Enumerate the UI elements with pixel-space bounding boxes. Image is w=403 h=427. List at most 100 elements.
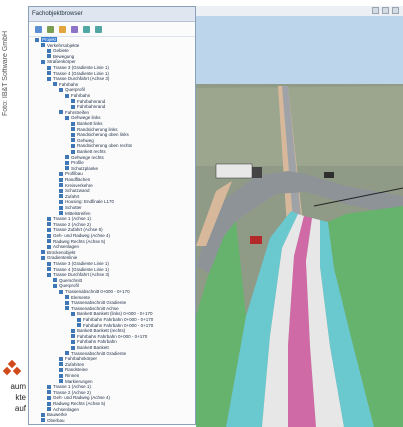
tree-node[interactable]: Rinnen (59, 373, 79, 378)
tree-node-label: Trasse Zufahrt (Achse 6) (53, 227, 103, 233)
tree-node[interactable]: Verkehrsobjekte (41, 43, 79, 48)
add-icon[interactable] (59, 25, 66, 33)
tree-node[interactable]: Oberbau (41, 418, 65, 422)
tree-node[interactable]: Zufahrten (59, 362, 84, 367)
tree-node[interactable]: Bewegung (47, 54, 74, 59)
tree-node[interactable]: Fahrbahnkörper (59, 356, 97, 361)
tree-node[interactable]: Randsicherung oben links (71, 132, 129, 137)
tree-node[interactable]: Projekt (35, 37, 58, 42)
tree-node[interactable]: Fahrbahn (65, 93, 90, 98)
tree-node[interactable]: Brückenobjekt (41, 250, 76, 255)
object-tree[interactable]: Projekt Verkehrsobjekte Gebiete Bewegung Str… (31, 37, 193, 422)
tree-node[interactable]: Geh- und Radweg (Achse 4) (47, 233, 110, 238)
tree-node[interactable]: Bauwerke (41, 412, 67, 417)
tree-node[interactable]: Trassenabschnitt 0+000 - 0+170 (59, 289, 130, 294)
tree-node[interactable]: Querprofil (53, 283, 79, 288)
close-button[interactable] (392, 7, 399, 14)
tree-node[interactable]: Randsicherung links (71, 127, 118, 132)
expand-icon[interactable] (35, 25, 42, 33)
tree-node-label: Fahrbahnkörper (65, 356, 98, 362)
tree-node[interactable]: Schotter (59, 205, 82, 210)
tree-node[interactable]: Achsenlagen (47, 244, 79, 249)
tree-node-label: Fahrbahnrand (77, 104, 106, 110)
tree-node[interactable]: Fahrbahn Fahrbahn 0+000 - 0+170 (71, 334, 147, 339)
tree-node[interactable]: Trasse 2 (Achse 2) (47, 222, 91, 227)
node-icon (71, 99, 75, 104)
tree-node[interactable]: Radweg Rechts (Achse 5) (47, 401, 105, 406)
filter-icon[interactable] (47, 25, 54, 33)
tree-node[interactable]: Trasse 1 (Achse 1) (47, 216, 91, 221)
node-icon (65, 115, 69, 120)
up-icon[interactable] (83, 25, 90, 33)
tree-node[interactable]: Geh- und Radweg (Achse 4) (47, 395, 110, 400)
tree-node[interactable]: Trassenabschnitt Gradiente (65, 351, 126, 356)
tree-node[interactable]: Fahrbahn Fahrbahn (71, 339, 117, 344)
tree-node[interactable]: Querschnitt (53, 278, 82, 283)
tree-node-label: Bankett Bankett (links) 0+000 - 0+170 (77, 311, 153, 317)
tree-node[interactable]: Trassenabschnitt Gradiente (65, 300, 126, 305)
tree-node[interactable]: Bankett links (71, 121, 103, 126)
tree-node[interactable]: Radweg Rechts (Achse 5) (47, 239, 105, 244)
tree-node-label: Gebiete (53, 48, 69, 54)
node-icon (47, 395, 51, 400)
tree-node[interactable]: Trasse Durchfahrt (Achse 3) (47, 272, 109, 277)
tree-node-label: Fahrstreifen (65, 109, 90, 115)
tree-node[interactable]: Fahrbahnrand (71, 99, 105, 104)
node-icon (65, 300, 69, 305)
tree-node-label: Trasse 1 (Achse 1) (53, 216, 91, 222)
tree-node[interactable]: Elemente (65, 295, 90, 300)
3d-viewport[interactable] (196, 6, 403, 427)
tree-node[interactable]: Gehwege rechts (65, 155, 104, 160)
tree-node[interactable]: Trasse 3 (Gradiente Linie 1) (47, 65, 109, 70)
tree-node[interactable]: Profile (65, 160, 84, 165)
tree-node[interactable]: Gradientenlinie (41, 255, 77, 260)
tree-node[interactable]: Bankett Bankett (links) 0+000 - 0+170 (71, 311, 153, 316)
tree-node[interactable]: Trasse Durchfahrt (Achse 3) (47, 76, 109, 81)
tree-node[interactable]: Querprofil (59, 87, 85, 92)
minimize-button[interactable] (372, 7, 379, 14)
node-icon (71, 138, 75, 143)
tree-node[interactable]: Randflächen (59, 177, 90, 182)
tree-node[interactable]: Trasse 3 (Gradiente Linie 1) (47, 261, 109, 266)
tree-node-label: Randsicherung oben rechts (77, 143, 133, 149)
tree-node[interactable]: Zufahrt (59, 194, 79, 199)
tree-node[interactable]: Trasse 4 (Gradiente Linie 1) (47, 267, 109, 272)
node-icon (77, 317, 81, 322)
tree-node[interactable]: Gehwege links (65, 115, 101, 120)
tree-node-label: Radweg Rechts (Achse 5) (53, 238, 106, 244)
tree-node[interactable]: Trasse Zufahrt (Achse 6) (47, 227, 103, 232)
tree-node-label: Schotter (65, 205, 82, 210)
tree-node[interactable]: Fahrbahnrand (71, 104, 105, 109)
tree-node[interactable]: Trassenabschnitt Achse (65, 306, 119, 311)
tree-node[interactable]: Fahrbahn Fahrbahn 0+000 - 0+170 (77, 323, 153, 328)
tree-node[interactable]: Housing: Endfinale L170 (59, 199, 114, 204)
tree-node[interactable]: Markierungen (59, 379, 93, 384)
tree-node[interactable]: Achsenlagen (47, 407, 79, 412)
tree-node[interactable]: Gehweg (71, 138, 94, 143)
tree-node[interactable]: Profilbau (59, 171, 83, 176)
tree-node[interactable]: Trasse 1 (Achse 1) (47, 384, 91, 389)
tree-node[interactable]: Bankett Bankett (rechts) (71, 328, 125, 333)
tree-node[interactable]: Schutzplanke (65, 166, 98, 171)
tree-node[interactable]: Mittelstreifen (59, 211, 91, 216)
tree-node[interactable]: Randsteine (59, 367, 88, 372)
tree-node[interactable]: Gebiete (47, 48, 69, 53)
tree-node-label: Fahrbahn Fahrbahn 0+000 - 0+170 (83, 322, 154, 328)
tree-node-label: Geh- und Radweg (Achse 4) (53, 233, 111, 238)
tree-node[interactable]: Schutzwand (59, 188, 90, 193)
tree-node[interactable]: Fahrbahn Fahrbahn 0+000 - 0+170 (77, 317, 153, 322)
down-icon[interactable] (95, 25, 102, 33)
tree-node[interactable]: Randsicherung oben rechts (71, 143, 132, 148)
tree-node[interactable]: Straßenkörper (41, 59, 76, 64)
node-icon (59, 110, 63, 115)
tree-node[interactable]: Fahrstreifen (59, 110, 89, 115)
layer-icon[interactable] (71, 25, 78, 33)
tree-node[interactable]: Bankett Bankett (71, 345, 109, 350)
maximize-button[interactable] (382, 7, 389, 14)
tree-node-label: Fahrbahn Fahrbahn 0+000 - 0+170 (77, 333, 148, 339)
tree-node[interactable]: Kreisverkehre (59, 183, 93, 188)
tree-node[interactable]: Trasse 4 (Gradiente Linie 1) (47, 71, 109, 76)
tree-node[interactable]: Fahrbahn (53, 82, 78, 87)
tree-node[interactable]: Trasse 2 (Achse 2) (47, 390, 91, 395)
tree-node[interactable]: Bankett rechts (71, 149, 106, 154)
